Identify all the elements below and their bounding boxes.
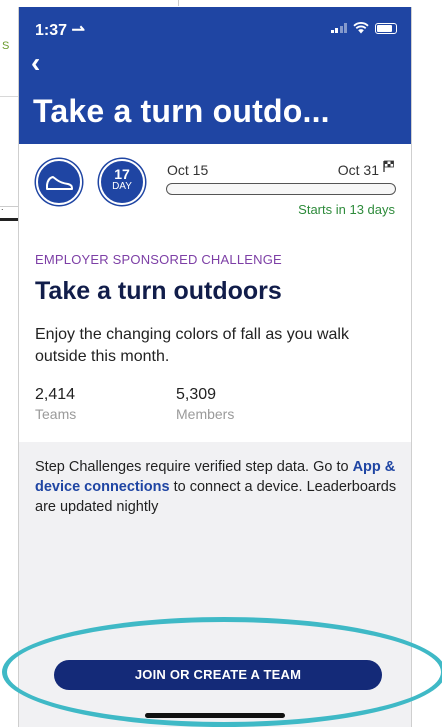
finish-flag-icon	[383, 160, 394, 172]
challenge-title: Take a turn outdoors	[35, 277, 282, 305]
background-divider-top	[178, 0, 179, 6]
start-date: Oct 15	[167, 162, 209, 178]
step-data-info: Step Challenges require verified step da…	[35, 457, 401, 517]
stat-teams: 2,414 Teams	[35, 386, 76, 422]
challenge-card: 17 DAY Oct 15 Oct 31 Starts in 13 days E…	[19, 144, 411, 442]
challenge-progress-bar	[166, 183, 396, 195]
status-icons	[330, 22, 397, 34]
status-time: 1:37 ⇀	[35, 22, 85, 39]
info-text-before: Step Challenges require verified step da…	[35, 459, 353, 475]
header: 1:37 ⇀ ‹ Take a turn outdo...	[19, 7, 411, 144]
stat-members: 5,309 Members	[176, 386, 234, 422]
stat-value: 5,309	[176, 386, 217, 403]
starts-in-label: Starts in 13 days	[298, 202, 395, 217]
stat-value: 2,414	[35, 386, 76, 403]
page-title: Take a turn outdo...	[33, 93, 330, 129]
sponsor-label: EMPLOYER SPONSORED CHALLENGE	[35, 252, 282, 267]
challenge-description: Enjoy the changing colors of fall as you…	[35, 326, 349, 365]
annotation-highlight-ring	[2, 617, 442, 727]
shoe-icon	[46, 176, 73, 190]
stat-label: Members	[176, 406, 235, 422]
battery-icon	[375, 22, 397, 34]
end-date: Oct 31	[337, 162, 379, 178]
day-badge: 17 DAY	[99, 159, 145, 205]
shoe-badge	[36, 159, 82, 205]
back-button[interactable]: ‹	[31, 49, 40, 77]
stat-label: Teams	[35, 406, 77, 422]
day-number: 17	[114, 166, 130, 182]
signal-icon	[330, 23, 347, 33]
background-text-fragment: S	[2, 40, 10, 52]
wifi-icon	[353, 22, 369, 34]
background-dot: .	[1, 202, 4, 212]
day-label: DAY	[112, 181, 132, 192]
